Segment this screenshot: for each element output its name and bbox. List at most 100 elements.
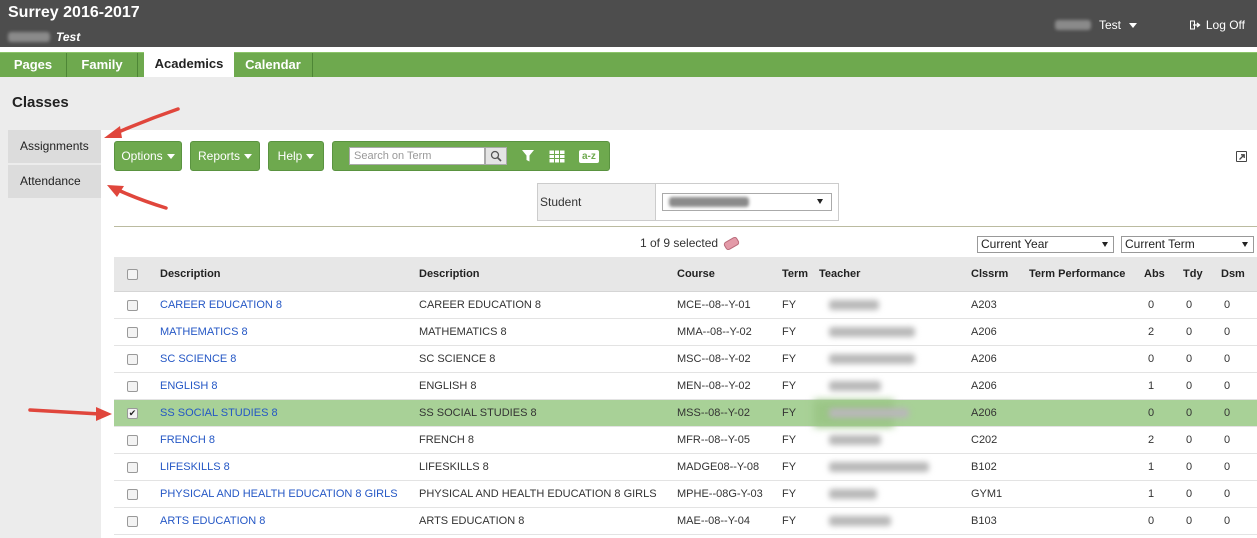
tab-academics[interactable]: Academics <box>144 52 234 78</box>
row-checkbox[interactable]: ✔ <box>127 400 138 426</box>
sort-az-icon: a-z <box>579 149 599 163</box>
column-header-dismissals[interactable]: Dsm <box>1221 257 1245 291</box>
course-code: MADGE08--Y-08 <box>677 461 760 473</box>
row-checkbox[interactable] <box>127 481 138 507</box>
toolbar: Options Reports Help a-z <box>114 141 610 171</box>
side-item-assignments[interactable]: Assignments <box>8 130 101 163</box>
chevron-down-icon <box>1242 242 1248 247</box>
table-row[interactable]: SC SCIENCE 8 SC SCIENCE 8 MSC--08--Y-02 FY A… <box>114 346 1257 373</box>
logoff-link[interactable]: Log Off <box>1189 18 1245 32</box>
row-checkbox[interactable] <box>127 427 138 453</box>
sort-az-button[interactable]: a-z <box>579 149 599 163</box>
class-description: SS SOCIAL STUDIES 8 <box>419 407 537 419</box>
class-description-link[interactable]: MATHEMATICS 8 <box>160 319 248 345</box>
class-description-link[interactable]: SS SOCIAL STUDIES 8 <box>160 400 278 426</box>
options-button[interactable]: Options <box>114 141 182 171</box>
class-description-link[interactable]: ENGLISH 8 <box>160 373 217 399</box>
search-icon <box>490 150 502 162</box>
column-header-teacher[interactable]: Teacher <box>819 257 860 291</box>
column-header-description[interactable]: Description <box>160 257 221 291</box>
class-description-link[interactable]: CAREER EDUCATION 8 <box>160 292 282 318</box>
tardies-cell: 0 <box>1186 299 1193 311</box>
teacher-redacted <box>829 319 915 345</box>
column-header-absences[interactable]: Abs <box>1144 257 1165 291</box>
class-description: ENGLISH 8 <box>419 380 477 392</box>
row-checkbox[interactable] <box>127 454 138 480</box>
tardies-cell: 0 <box>1186 515 1193 527</box>
select-all-checkbox[interactable] <box>127 257 138 291</box>
chevron-down-icon <box>166 153 175 159</box>
year-filter-select[interactable]: Current Year <box>977 236 1114 253</box>
column-header-course[interactable]: Course <box>677 257 715 291</box>
teacher-redacted <box>829 373 881 399</box>
annotation-arrow-attendance <box>107 185 168 210</box>
row-checkbox[interactable] <box>127 292 138 318</box>
help-button[interactable]: Help <box>268 141 324 171</box>
row-checkbox[interactable] <box>127 319 138 345</box>
redacted-student-name <box>669 197 749 207</box>
columns-button[interactable] <box>549 149 565 163</box>
tab-pages[interactable]: Pages <box>0 53 67 78</box>
popout-icon[interactable] <box>1236 151 1247 162</box>
table-row[interactable]: CAREER EDUCATION 8 CAREER EDUCATION 8 MCE-… <box>114 292 1257 319</box>
term-filter-select[interactable]: Current Term <box>1121 236 1254 253</box>
column-header-term-performance[interactable]: Term Performance <box>1029 257 1125 291</box>
student-select[interactable] <box>662 193 832 211</box>
course-code: MSC--08--Y-02 <box>677 353 751 365</box>
class-description-link[interactable]: ARTS EDUCATION 8 <box>160 508 265 534</box>
dismissals-cell: 0 <box>1224 488 1231 500</box>
side-item-attendance[interactable]: Attendance <box>8 165 101 198</box>
table-row[interactable]: PHYSICAL AND HEALTH EDUCATION 8 GIRLS PHY… <box>114 481 1257 508</box>
tab-family[interactable]: Family <box>67 53 138 78</box>
row-checkbox[interactable] <box>127 373 138 399</box>
teacher-redacted <box>829 508 891 534</box>
teacher-redacted <box>829 400 909 426</box>
course-code: MAE--08--Y-04 <box>677 515 750 527</box>
user-menu[interactable]: Test <box>1054 18 1137 32</box>
search-button[interactable] <box>485 147 507 165</box>
term-cell: FY <box>782 515 797 527</box>
term-cell: FY <box>782 299 797 311</box>
selected-count-text: 1 of 9 selected <box>640 236 719 250</box>
chevron-down-icon <box>817 199 823 204</box>
search-filter-group: a-z <box>332 141 610 171</box>
search-input[interactable] <box>349 147 485 165</box>
table-row[interactable]: ENGLISH 8 ENGLISH 8 MEN--08--Y-02 FY A206 1 0 0 <box>114 373 1257 400</box>
table-row[interactable]: LIFESKILLS 8 LIFESKILLS 8 MADGE08--Y-08 FY B… <box>114 454 1257 481</box>
column-header-term[interactable]: Term <box>782 257 808 291</box>
row-checkbox[interactable] <box>127 346 138 372</box>
filter-button[interactable] <box>521 149 535 163</box>
column-header-tardies[interactable]: Tdy <box>1183 257 1203 291</box>
eraser-icon[interactable] <box>722 235 741 251</box>
column-header-classroom[interactable]: Clssrm <box>971 257 1008 291</box>
class-description-link[interactable]: LIFESKILLS 8 <box>160 454 230 480</box>
class-description-link[interactable]: PHYSICAL AND HEALTH EDUCATION 8 GIRLS <box>160 481 398 507</box>
course-code: MEN--08--Y-02 <box>677 380 751 392</box>
page-title: Classes <box>12 94 69 111</box>
table-row[interactable]: ARTS EDUCATION 8 ARTS EDUCATION 8 MAE--08-… <box>114 508 1257 535</box>
table-row[interactable]: ✔ SS SOCIAL STUDIES 8 SS SOCIAL STUDIES 8 M… <box>114 400 1257 427</box>
term-cell: FY <box>782 407 797 419</box>
class-description-link[interactable]: FRENCH 8 <box>160 427 215 453</box>
top-nav-tabs: Pages Family Academics Calendar <box>0 52 1257 78</box>
dismissals-cell: 0 <box>1224 353 1231 365</box>
classroom-cell: B102 <box>971 461 997 473</box>
classroom-cell: A206 <box>971 380 997 392</box>
chevron-down-icon <box>1129 22 1137 28</box>
classroom-cell: B103 <box>971 515 997 527</box>
class-description: ARTS EDUCATION 8 <box>419 515 525 527</box>
dismissals-cell: 0 <box>1224 407 1231 419</box>
column-header-description-2[interactable]: Description <box>419 257 480 291</box>
tab-calendar[interactable]: Calendar <box>234 53 313 78</box>
reports-button[interactable]: Reports <box>190 141 260 171</box>
teacher-redacted <box>829 427 881 453</box>
tardies-cell: 0 <box>1186 326 1193 338</box>
classroom-cell: A206 <box>971 407 997 419</box>
dismissals-cell: 0 <box>1224 299 1231 311</box>
row-checkbox[interactable] <box>127 508 138 534</box>
dismissals-cell: 0 <box>1224 515 1231 527</box>
absences-cell: 0 <box>1148 515 1155 527</box>
class-description-link[interactable]: SC SCIENCE 8 <box>160 346 236 372</box>
table-row[interactable]: MATHEMATICS 8 MATHEMATICS 8 MMA--08--Y-02 F… <box>114 319 1257 346</box>
table-row[interactable]: FRENCH 8 FRENCH 8 MFR--08--Y-05 FY C202 2 0 0 <box>114 427 1257 454</box>
